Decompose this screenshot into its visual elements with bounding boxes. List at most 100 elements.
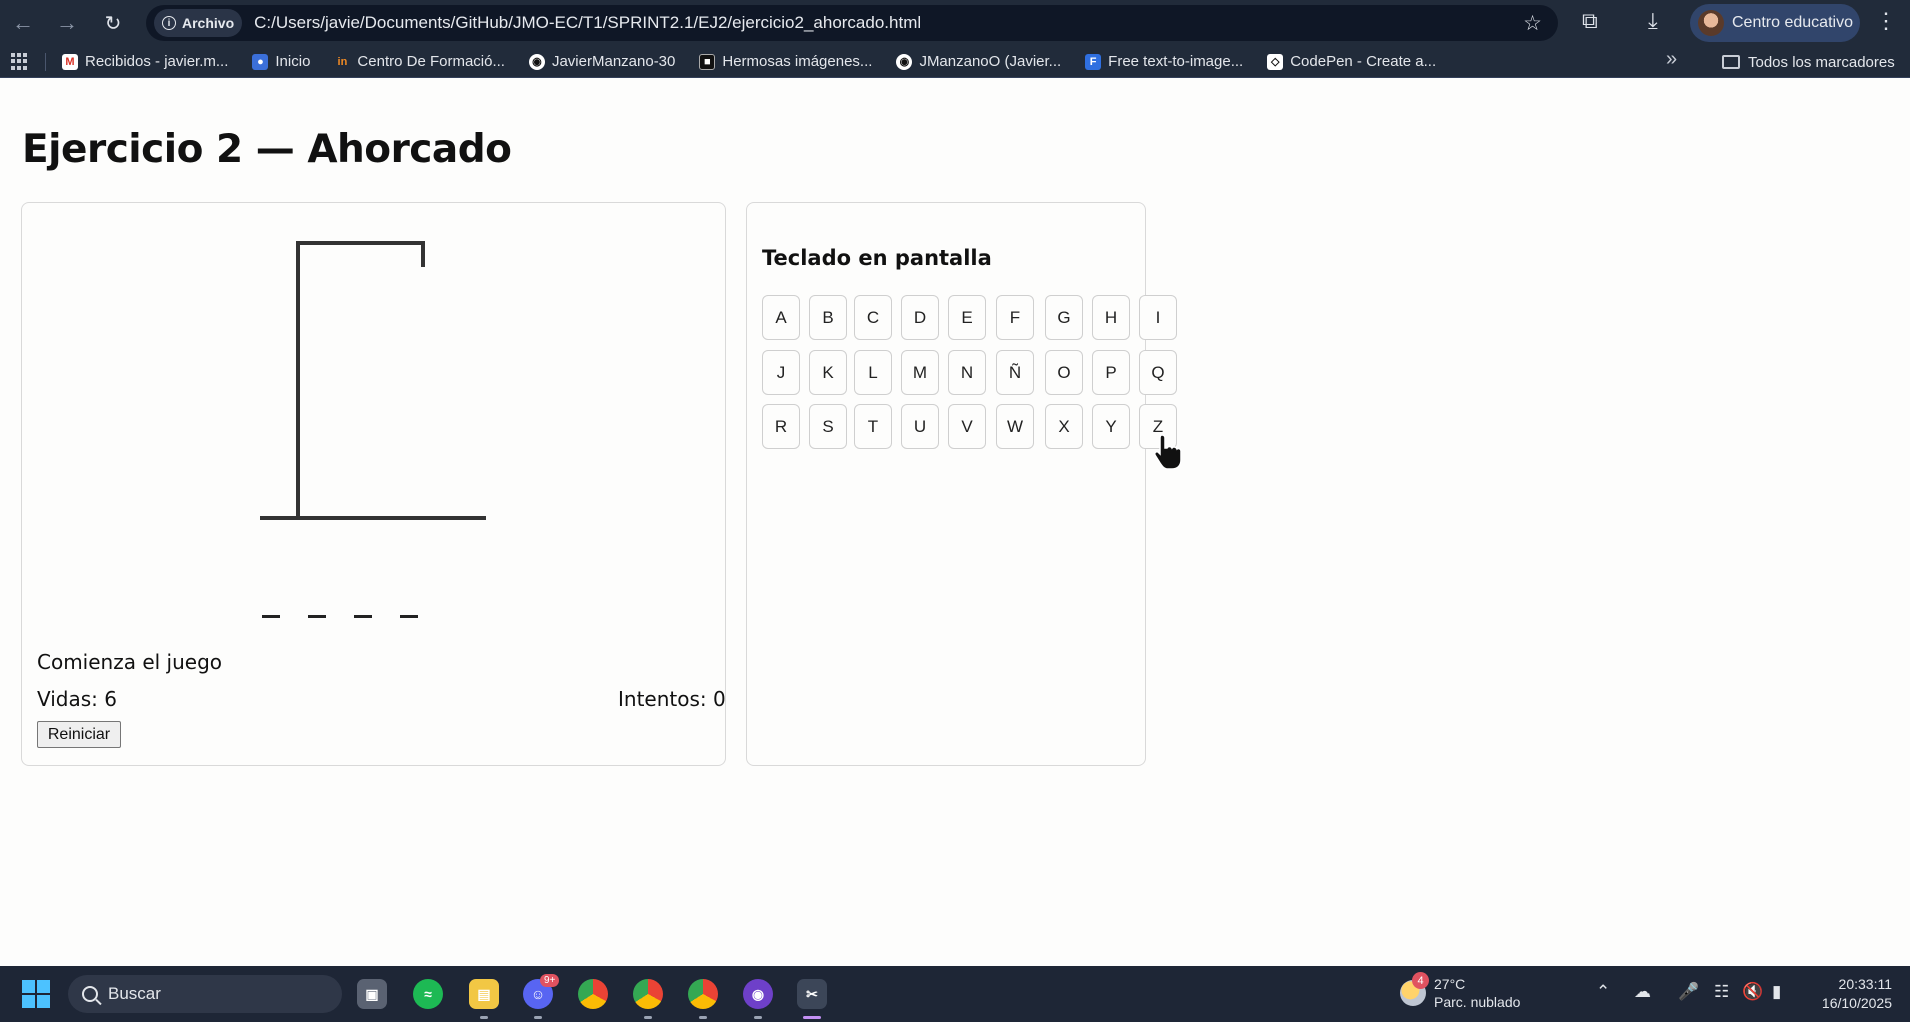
taskbar-search[interactable]: Buscar — [68, 975, 342, 1013]
key-o[interactable]: O — [1045, 350, 1083, 395]
avatar — [1698, 10, 1724, 36]
reload-icon[interactable]: ↻ — [98, 8, 128, 38]
chevron-up-icon[interactable]: ⌃ — [1596, 982, 1610, 1002]
key-v[interactable]: V — [948, 404, 986, 449]
key-l[interactable]: L — [854, 350, 892, 395]
key-k[interactable]: K — [809, 350, 847, 395]
bookmarks-bar: M Recibidos - javier.m... ● Inicio in Ce… — [0, 46, 1910, 78]
chrome-icon[interactable] — [578, 979, 608, 1009]
bookmark-gmail[interactable]: M Recibidos - javier.m... — [62, 53, 228, 70]
game-message: Comienza el juego — [37, 650, 223, 674]
discord-badge: 9+ — [540, 974, 560, 987]
bookmark-unsplash[interactable]: ■ Hermosas imágenes... — [699, 53, 872, 70]
key-y[interactable]: Y — [1092, 404, 1130, 449]
snipping-tool-icon[interactable]: ✂ — [797, 979, 827, 1009]
weather-badge: 4 — [1412, 972, 1429, 989]
weather-temp: 27°C — [1434, 976, 1466, 992]
bookmarks-divider — [45, 52, 46, 71]
windows-start-icon[interactable] — [22, 980, 50, 1008]
task-view-icon[interactable]: ▣ — [357, 979, 387, 1009]
key-n[interactable]: N — [948, 350, 986, 395]
letter-slot — [400, 590, 418, 618]
active-indicator — [803, 1016, 821, 1019]
key-a[interactable]: A — [762, 295, 800, 340]
letter-slot — [308, 590, 326, 618]
gmail-icon: M — [62, 53, 78, 70]
url-text[interactable]: C:/Users/javie/Documents/GitHub/JMO-EC/T… — [254, 13, 921, 33]
key-h[interactable]: H — [1092, 295, 1130, 340]
key-t[interactable]: T — [854, 404, 892, 449]
bookmark-github-jmanzanoo[interactable]: ◉ JManzanoO (Javier... — [896, 53, 1061, 70]
search-icon — [82, 986, 98, 1002]
hidden-word — [262, 590, 418, 618]
key-m[interactable]: M — [901, 350, 939, 395]
key-i[interactable]: I — [1139, 295, 1177, 340]
unsplash-icon: ■ — [699, 53, 716, 70]
download-icon[interactable]: ⤓ — [1648, 8, 1658, 34]
key-ñ[interactable]: Ñ — [996, 350, 1034, 395]
github-desktop-icon[interactable]: ◉ — [743, 979, 773, 1009]
bookmark-centro-formacion[interactable]: in Centro De Formació... — [334, 53, 505, 70]
system-clock[interactable]: 20:33:11 16/10/2025 — [1810, 975, 1892, 1013]
formacion-icon: in — [337, 55, 348, 68]
extensions-icon[interactable]: ⧉ — [1582, 8, 1598, 34]
taskbar: Buscar ▣ ≈ ▤ ☺ 9+ ◉ ✂ 27°C Parc. nublado… — [0, 966, 1910, 1022]
bookmark-github-javiermanzano[interactable]: ◉ JavierManzano-30 — [528, 53, 676, 70]
onedrive-icon[interactable]: ☁ — [1634, 982, 1651, 1002]
key-d[interactable]: D — [901, 295, 939, 340]
battery-icon[interactable]: ▮ — [1772, 982, 1781, 1002]
key-u[interactable]: U — [901, 404, 939, 449]
chrome-profile-icon[interactable] — [688, 979, 718, 1009]
address-bar[interactable]: i Archivo C:/Users/javie/Documents/GitHu… — [146, 5, 1558, 41]
bookmark-label: CodePen - Create a... — [1290, 53, 1437, 70]
attempts-counter: Intentos: 0 — [618, 687, 726, 711]
chrome-profile-icon[interactable] — [633, 979, 663, 1009]
clock-date: 16/10/2025 — [1821, 995, 1892, 1011]
back-icon[interactable]: ← — [8, 8, 38, 38]
volume-muted-icon[interactable]: 🔇 — [1742, 982, 1763, 1002]
wifi-icon[interactable]: ☷ — [1714, 982, 1729, 1002]
profile-button[interactable]: Centro educativo — [1690, 4, 1860, 42]
more-bookmarks-icon[interactable]: » — [1666, 48, 1677, 71]
file-explorer-icon[interactable]: ▤ — [469, 979, 499, 1009]
bookmark-freepik[interactable]: F Free text-to-image... — [1085, 53, 1243, 70]
reset-button[interactable]: Reiniciar — [37, 721, 121, 748]
key-x[interactable]: X — [1045, 404, 1083, 449]
key-s[interactable]: S — [809, 404, 847, 449]
letter-slot — [262, 590, 280, 618]
key-f[interactable]: F — [996, 295, 1034, 340]
key-j[interactable]: J — [762, 350, 800, 395]
spotify-icon[interactable]: ≈ — [413, 979, 443, 1009]
key-r[interactable]: R — [762, 404, 800, 449]
menu-kebab-icon[interactable]: ⋮ — [1875, 8, 1897, 34]
key-c[interactable]: C — [854, 295, 892, 340]
microphone-icon[interactable]: 🎤 — [1678, 982, 1699, 1002]
key-g[interactable]: G — [1045, 295, 1083, 340]
profile-label: Centro educativo — [1732, 14, 1853, 31]
forward-icon[interactable]: → — [52, 8, 82, 38]
bookmark-label: JavierManzano-30 — [551, 53, 676, 70]
bookmark-inicio[interactable]: ● Inicio — [252, 53, 310, 70]
keyboard-panel — [746, 202, 1146, 766]
letter-slot — [354, 590, 372, 618]
apps-grid-icon[interactable] — [11, 52, 29, 71]
key-b[interactable]: B — [809, 295, 847, 340]
running-indicator — [534, 1016, 542, 1019]
site-info-badge[interactable]: i Archivo — [154, 9, 243, 37]
bookmark-star-icon[interactable]: ☆ — [1523, 11, 1542, 36]
keyboard-title: Teclado en pantalla — [762, 246, 992, 270]
key-q[interactable]: Q — [1139, 350, 1177, 395]
freepik-icon: F — [1085, 53, 1102, 70]
running-indicator — [699, 1016, 707, 1019]
bookmark-label: Inicio — [275, 53, 311, 70]
bookmark-label: Centro De Formació... — [357, 53, 505, 70]
key-p[interactable]: P — [1092, 350, 1130, 395]
site-info-label: Archivo — [182, 15, 235, 31]
bookmark-codepen[interactable]: ◇ CodePen - Create a... — [1267, 53, 1436, 70]
lives-counter: Vidas: 6 — [37, 687, 117, 711]
game-panel — [21, 202, 726, 766]
key-w[interactable]: W — [996, 404, 1034, 449]
all-bookmarks-button[interactable]: Todos los marcadores — [1722, 46, 1895, 78]
bookmark-label: Free text-to-image... — [1108, 53, 1244, 70]
key-e[interactable]: E — [948, 295, 986, 340]
